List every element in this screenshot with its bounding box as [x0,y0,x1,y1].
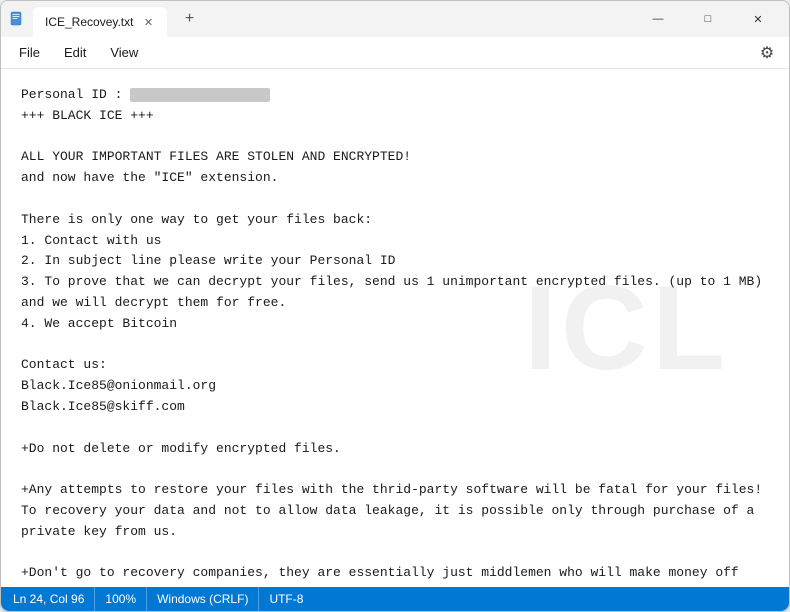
active-tab[interactable]: ICE_Recovey.txt ✕ [33,7,167,37]
content-line-4: There is only one way to get your files … [21,210,769,231]
content-line-0 [21,127,769,148]
new-tab-button[interactable]: + [175,5,203,33]
status-zoom: 100% [95,587,147,611]
content-line-3 [21,189,769,210]
tab-close-button[interactable]: ✕ [141,15,155,29]
content-line-12: Black.Ice85@onionmail.org [21,376,769,397]
content-line-17: +Any attempts to restore your files with… [21,480,769,501]
menu-view[interactable]: View [100,41,148,64]
settings-icon[interactable]: ⚙ [753,39,781,67]
content-line-19: private key from us. [21,522,769,543]
status-line-ending: Windows (CRLF) [147,587,259,611]
title-bar: ICE_Recovey.txt ✕ + — □ ✕ [1,1,789,37]
personal-id-value [130,88,270,102]
menu-edit[interactable]: Edit [54,41,96,64]
content-line-5: 1. Contact with us [21,231,769,252]
status-bar: Ln 24, Col 96 100% Windows (CRLF) UTF-8 [1,587,789,611]
personal-id-label: Personal ID : [21,87,122,102]
content-line-6: 2. In subject line please write your Per… [21,251,769,272]
text-content[interactable]: Personal ID : +++ BLACK ICE +++ ALL YOUR… [1,69,789,587]
tab-label: ICE_Recovey.txt [45,15,133,29]
title-bar-left: ICE_Recovey.txt ✕ + [9,1,635,37]
content-line-2: and now have the "ICE" extension. [21,168,769,189]
minimize-button[interactable]: — [635,3,681,35]
content-body: ALL YOUR IMPORTANT FILES ARE STOLEN AND … [21,127,769,587]
content-line-7: 3. To prove that we can decrypt your fil… [21,272,769,293]
content-line-14 [21,418,769,439]
content-line-1: ALL YOUR IMPORTANT FILES ARE STOLEN AND … [21,147,769,168]
content-line-16 [21,459,769,480]
menu-items: File Edit View [9,41,148,64]
status-encoding: UTF-8 [259,587,313,611]
content-line-8: and we will decrypt them for free. [21,293,769,314]
menu-bar: File Edit View ⚙ [1,37,789,69]
status-line-col: Ln 24, Col 96 [13,587,95,611]
maximize-button[interactable]: □ [685,3,731,35]
content-line-13: Black.Ice85@skiff.com [21,397,769,418]
content-line-9: 4. We accept Bitcoin [21,314,769,335]
header-text: +++ BLACK ICE +++ [21,108,154,123]
app-icon [9,11,25,27]
close-button[interactable]: ✕ [735,3,781,35]
content-line-18: To recovery your data and not to allow d… [21,501,769,522]
content-line-20 [21,543,769,564]
window-controls: — □ ✕ [635,3,781,35]
content-line-21: +Don't go to recovery companies, they ar… [21,563,769,587]
personal-id-line: Personal ID : [21,85,769,106]
header-line: +++ BLACK ICE +++ [21,106,769,127]
content-line-15: +Do not delete or modify encrypted files… [21,439,769,460]
content-line-11: Contact us: [21,355,769,376]
content-line-10 [21,335,769,356]
menu-file[interactable]: File [9,41,50,64]
main-window: ICE_Recovey.txt ✕ + — □ ✕ File Edit View… [0,0,790,612]
